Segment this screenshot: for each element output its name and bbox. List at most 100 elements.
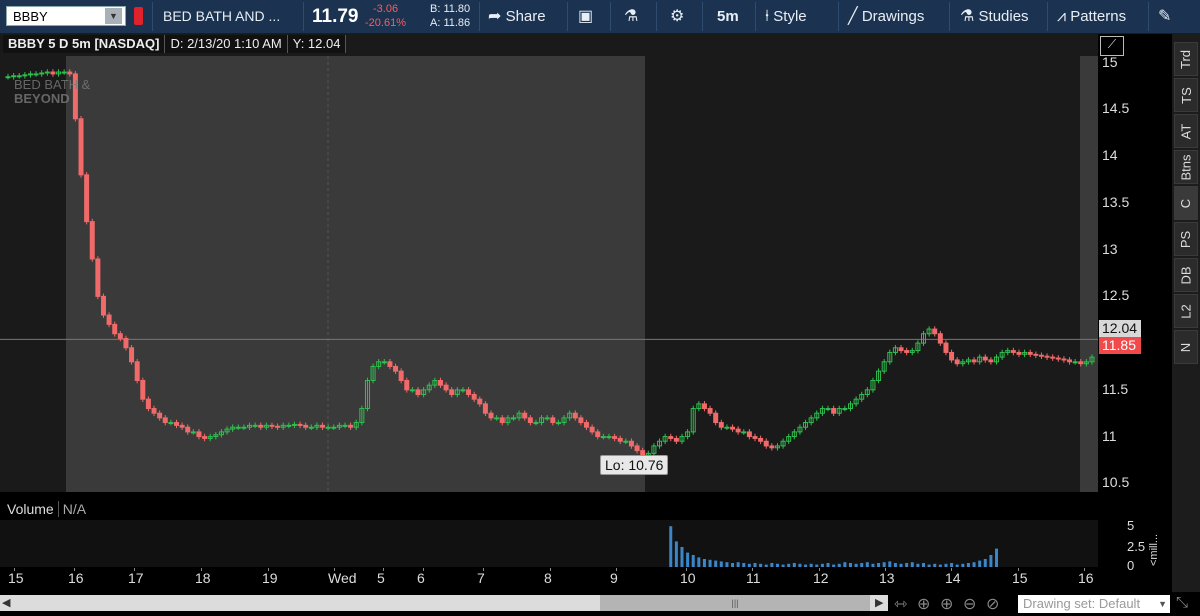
crosshair-date: D: 2/13/20 1:10 AM xyxy=(165,35,288,53)
chevron-down-icon[interactable]: ▼ xyxy=(105,8,122,24)
candle-body xyxy=(763,440,769,447)
candle-body xyxy=(331,426,337,429)
candle-body xyxy=(527,417,533,424)
time-axis-tick xyxy=(483,568,484,571)
time-axis-label: 11 xyxy=(746,570,761,586)
volume-bar xyxy=(922,563,926,567)
flask-button[interactable]: ⚗ xyxy=(624,0,638,33)
price-axis[interactable]: ⟋ 1514.51413.51312.51211.51110.5 xyxy=(1098,34,1170,492)
style-button[interactable]: ⍿ Style xyxy=(765,0,807,33)
time-axis-tick xyxy=(951,568,952,571)
horizontal-scrollbar[interactable]: ◀ ||| ▶ xyxy=(0,595,888,611)
volume-label[interactable]: Volume xyxy=(3,501,59,517)
candle-body xyxy=(904,350,910,353)
zoom-out-icon[interactable]: ⊖ xyxy=(963,594,976,614)
candle-body xyxy=(578,417,584,424)
candle-body xyxy=(1067,359,1073,363)
candle-body xyxy=(67,71,73,75)
patterns-button[interactable]: ⩘ Patterns xyxy=(1057,0,1126,33)
volume-chart[interactable] xyxy=(0,520,1098,567)
patterns-icon: ⩘ xyxy=(1057,8,1067,25)
drawings-button[interactable]: ╱ Drawings xyxy=(848,0,924,33)
candle-body xyxy=(707,408,713,414)
volume-bar xyxy=(770,563,774,567)
side-tab-ps[interactable]: PS xyxy=(1174,222,1198,256)
alert-indicator-icon[interactable] xyxy=(134,7,143,25)
time-axis-label: 16 xyxy=(68,570,84,586)
side-tab-l2[interactable]: L2 xyxy=(1174,294,1198,328)
side-tab-label: AT xyxy=(1178,123,1194,139)
scroll-right-icon[interactable]: ▶ xyxy=(875,595,883,611)
side-tab-label: L2 xyxy=(1178,303,1194,319)
scrollbar-thumb[interactable]: ||| xyxy=(600,595,870,611)
time-axis-tick xyxy=(752,568,753,571)
volume-bar xyxy=(995,548,999,567)
candle-body xyxy=(606,436,612,439)
share-label: Share xyxy=(505,8,546,25)
volume-bar xyxy=(899,563,903,567)
candle-body xyxy=(61,71,67,74)
candle-body xyxy=(533,422,539,425)
side-tab-label: TS xyxy=(1178,86,1194,104)
volume-bar xyxy=(719,561,723,567)
candle-body xyxy=(954,359,960,365)
volume-bar xyxy=(781,564,785,567)
candle-body xyxy=(488,412,494,419)
time-axis-tick xyxy=(616,568,617,571)
settings-button[interactable]: ⚙ xyxy=(670,0,684,33)
side-tab-at[interactable]: AT xyxy=(1174,114,1198,148)
candle-body xyxy=(584,422,590,428)
chart-title[interactable]: BBBY 5 D 5m [NASDAQ] xyxy=(3,35,166,53)
studies-label: Studies xyxy=(978,8,1029,25)
side-tab-c[interactable]: C xyxy=(1174,186,1198,220)
candle-body xyxy=(466,389,472,396)
time-axis-tick xyxy=(268,568,269,571)
volume-bar xyxy=(742,563,746,567)
candle-body xyxy=(190,431,196,434)
volume-bar xyxy=(837,563,841,567)
candle-body xyxy=(168,422,174,425)
candle-body xyxy=(752,436,758,439)
volume-bar xyxy=(983,559,987,567)
symbol-description: BED BATH AND ... xyxy=(163,8,281,24)
candle-body xyxy=(134,361,140,381)
crosshair-zoom-icon[interactable]: ⊕ xyxy=(917,594,930,614)
side-tab-btns[interactable]: Btns xyxy=(1174,150,1198,184)
volume-bar xyxy=(905,563,909,567)
flag-chart-button[interactable]: ▣ xyxy=(578,0,593,33)
side-tab-ts[interactable]: TS xyxy=(1174,78,1198,112)
expand-icon[interactable]: ⇿ xyxy=(894,594,907,614)
reset-zoom-icon[interactable]: ⊘ xyxy=(986,594,999,614)
candle-body xyxy=(988,359,994,363)
drawing-set-select[interactable]: Drawing set: Default ▼ xyxy=(1018,595,1170,613)
candle-body xyxy=(1044,355,1050,358)
side-tab-db[interactable]: DB xyxy=(1174,258,1198,292)
candle-body xyxy=(22,74,28,77)
candle-body xyxy=(258,424,264,428)
candle-body xyxy=(1050,356,1056,359)
volume-bar xyxy=(933,563,937,567)
candle-body xyxy=(179,424,185,428)
candle-body xyxy=(89,221,95,260)
side-tab-n[interactable]: N xyxy=(1174,330,1198,364)
collapse-icon[interactable]: ⤡ xyxy=(1176,594,1188,611)
time-axis-tick xyxy=(1018,568,1019,571)
time-axis-label: 8 xyxy=(544,570,552,586)
zoom-in-icon[interactable]: ⊕ xyxy=(940,594,953,614)
studies-button[interactable]: ⚗ Studies xyxy=(960,0,1029,33)
share-button[interactable]: ➦ Share xyxy=(488,0,546,33)
scroll-left-icon[interactable]: ◀ xyxy=(2,595,10,611)
candle-body xyxy=(235,426,241,429)
timeframe-button[interactable]: 5m xyxy=(717,0,739,33)
flask-icon: ⚗ xyxy=(960,8,975,25)
time-axis-label: 15 xyxy=(8,570,24,586)
price-chart[interactable] xyxy=(0,34,1098,492)
candle-body xyxy=(1038,354,1044,357)
candle-body xyxy=(595,431,601,438)
candle-body xyxy=(673,437,679,442)
candle-body xyxy=(499,417,505,424)
volume-bar xyxy=(888,561,892,567)
side-tab-trd[interactable]: Trd xyxy=(1174,42,1198,76)
edit-button[interactable]: ✎ xyxy=(1158,0,1171,33)
time-axis[interactable]: 15 16 17 18 19 Wed 5 6 7 8 9 10 11 12 13 14 15 16 xyxy=(0,568,1098,590)
